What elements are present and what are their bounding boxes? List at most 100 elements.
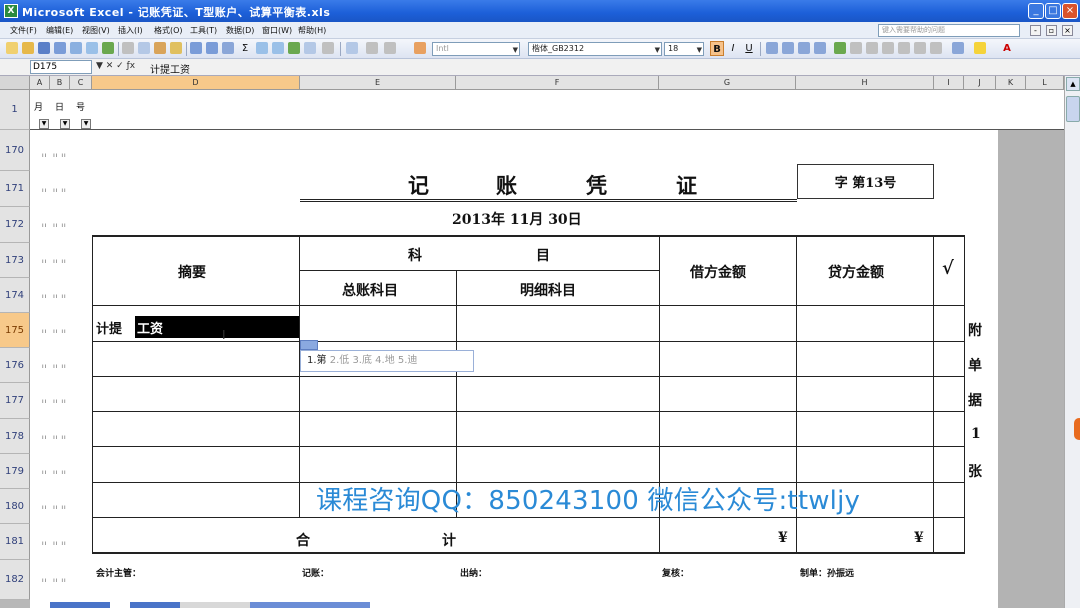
print-icon[interactable] [70, 42, 82, 54]
increase-indent-icon[interactable] [930, 42, 942, 54]
decrease-indent-icon[interactable] [914, 42, 926, 54]
cut-icon[interactable] [122, 42, 134, 54]
menu-view[interactable]: 视图(V) [82, 25, 110, 36]
row-header[interactable]: 172 [0, 207, 30, 243]
print-preview-icon[interactable] [86, 42, 98, 54]
row-header[interactable]: 171 [0, 171, 30, 207]
menu-help[interactable]: 帮助(H) [298, 25, 326, 36]
doc-close-button[interactable]: × [1062, 25, 1073, 36]
increase-decimal-icon[interactable] [882, 42, 894, 54]
align-center-icon[interactable] [782, 42, 794, 54]
maximize-button[interactable]: □ [1045, 3, 1061, 19]
drawing-icon[interactable] [304, 42, 316, 54]
column-header-d[interactable]: D [92, 76, 300, 90]
side-tab-icon[interactable] [1074, 418, 1080, 440]
save-icon[interactable] [38, 42, 50, 54]
filter-dropdown-icon[interactable]: ▼ [39, 119, 49, 129]
style-select[interactable]: Intl ▼ [432, 42, 520, 56]
column-header-a[interactable]: A [30, 76, 50, 90]
menu-tools[interactable]: 工具(T) [190, 25, 217, 36]
row-header[interactable]: 174 [0, 278, 30, 313]
column-header-h[interactable]: H [796, 76, 934, 90]
decrease-decimal-icon[interactable] [898, 42, 910, 54]
currency-icon[interactable] [834, 42, 846, 54]
sort-desc-icon[interactable] [272, 42, 284, 54]
menu-format[interactable]: 格式(O) [154, 25, 183, 36]
scroll-up-icon[interactable]: ▲ [1066, 77, 1080, 91]
bold-button[interactable]: B [710, 41, 724, 56]
vertical-scrollbar[interactable]: ▲ [1064, 76, 1080, 608]
row-header[interactable]: 182 [0, 560, 30, 600]
formula-input[interactable]: 计提工资 [150, 61, 190, 76]
percent-icon[interactable] [850, 42, 862, 54]
merge-center-icon[interactable] [814, 42, 826, 54]
row-header[interactable]: 178 [0, 419, 30, 454]
row-header[interactable]: 170 [0, 130, 30, 171]
column-header-j[interactable]: J [964, 76, 996, 90]
menu-data[interactable]: 数据(D) [226, 25, 254, 36]
help-icon[interactable] [346, 42, 358, 54]
align-left-icon[interactable] [766, 42, 778, 54]
menu-insert[interactable]: 插入(I) [118, 25, 143, 36]
permission-icon[interactable] [54, 42, 66, 54]
borders-icon[interactable] [952, 42, 964, 54]
minimize-button[interactable]: _ [1028, 3, 1044, 19]
align-right-icon[interactable] [798, 42, 810, 54]
summary-entry-prefix[interactable]: 计提 [96, 318, 122, 337]
row-header[interactable]: 181 [0, 524, 30, 560]
row-header[interactable]: 180 [0, 489, 30, 524]
font-name-select[interactable]: 楷体_GB2312 ▼ [528, 42, 662, 56]
menu-window[interactable]: 窗口(W) [262, 25, 292, 36]
zoom-icon[interactable] [322, 42, 334, 54]
format-painter-icon[interactable] [170, 42, 182, 54]
column-header-c[interactable]: C [70, 76, 92, 90]
column-header-e[interactable]: E [300, 76, 456, 90]
autosum-icon[interactable]: Σ [238, 41, 252, 56]
filter-dropdown-icon[interactable]: ▼ [60, 119, 70, 129]
doc-restore-button[interactable]: ▫ [1046, 25, 1057, 36]
row-header[interactable]: 1 [0, 90, 30, 130]
underline-button[interactable]: U [742, 41, 756, 56]
row-header[interactable]: 173 [0, 243, 30, 278]
open-icon[interactable] [22, 42, 34, 54]
doc-minimize-button[interactable]: - [1030, 25, 1041, 36]
column-header-k[interactable]: K [996, 76, 1026, 90]
scroll-thumb[interactable] [1066, 96, 1080, 122]
row-header[interactable]: 177 [0, 383, 30, 419]
redo-icon[interactable] [206, 42, 218, 54]
sort-asc-icon[interactable] [256, 42, 268, 54]
ime-toggle-icon[interactable] [414, 42, 426, 54]
column-header-i[interactable]: I [934, 76, 964, 90]
font-size-select[interactable]: 18 ▼ [664, 42, 704, 56]
paste-icon[interactable] [154, 42, 166, 54]
row-header[interactable]: 179 [0, 454, 30, 489]
sheet-tabs-strip[interactable] [50, 602, 370, 608]
ime-first-candidate[interactable]: 1.第 [307, 355, 327, 366]
filter-dropdown-icon[interactable]: ▼ [81, 119, 91, 129]
copy-icon[interactable] [138, 42, 150, 54]
italic-button[interactable]: I [726, 41, 740, 56]
active-cell-d175[interactable]: 工资 [135, 316, 299, 338]
name-box[interactable]: D175 [30, 60, 92, 74]
new-icon[interactable] [6, 42, 18, 54]
ime-toolbar-icon[interactable] [300, 340, 318, 350]
hyperlink-icon[interactable] [222, 42, 234, 54]
column-header-f[interactable]: F [456, 76, 659, 90]
comma-icon[interactable] [866, 42, 878, 54]
menu-edit[interactable]: 编辑(E) [46, 25, 73, 36]
column-header-g[interactable]: G [659, 76, 796, 90]
more-icon[interactable] [366, 42, 378, 54]
font-color-icon[interactable]: A [1000, 41, 1014, 56]
chart-wizard-icon[interactable] [288, 42, 300, 54]
undo-icon[interactable] [190, 42, 202, 54]
column-header-b[interactable]: B [50, 76, 70, 90]
close-button[interactable]: × [1062, 3, 1078, 19]
more2-icon[interactable] [384, 42, 396, 54]
select-all-corner[interactable] [0, 76, 30, 90]
ime-candidate-list[interactable]: 1.第 2.低 3.底 4.地 5.迪 [300, 350, 474, 372]
spelling-icon[interactable] [102, 42, 114, 54]
menu-file[interactable]: 文件(F) [10, 25, 37, 36]
fill-color-icon[interactable] [974, 42, 986, 54]
help-search-input[interactable]: 键入需要帮助的问题 [878, 24, 1020, 37]
row-header[interactable]: 176 [0, 348, 30, 383]
